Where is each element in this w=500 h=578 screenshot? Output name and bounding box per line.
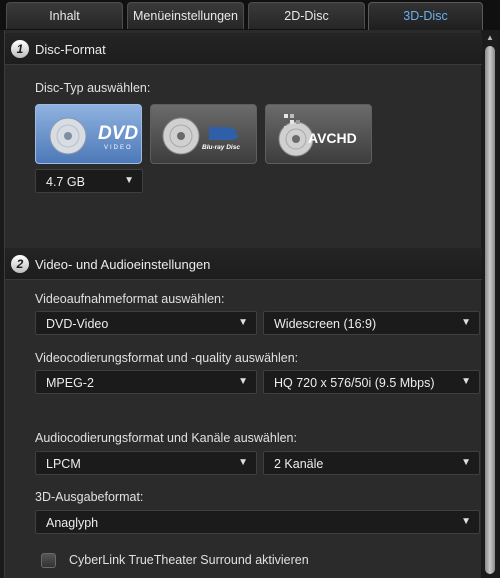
bluray-logo-text: Blu-ray Disc: [202, 144, 240, 151]
chevron-down-icon: ▼: [461, 457, 471, 468]
chevron-down-icon: ▼: [124, 175, 134, 186]
video-codec-value: MPEG-2: [46, 376, 94, 390]
step-number-badge: 1: [11, 40, 29, 58]
tab-2d-disc[interactable]: 2D-Disc: [248, 2, 365, 29]
video-codec-dropdown[interactable]: MPEG-2 ▼: [35, 370, 257, 394]
avchd-logo-text: AVCHD: [308, 130, 357, 146]
disc-capacity-dropdown[interactable]: 4.7 GB ▼: [35, 169, 143, 193]
tab-3d-disc[interactable]: 3D-Disc: [368, 2, 483, 30]
audio-label: Audiocodierungsformat und Kanäle auswähl…: [35, 431, 297, 445]
video-format-label: Videoaufnahmeformat auswählen:: [35, 292, 225, 306]
output-format-dropdown[interactable]: Anaglyph ▼: [35, 510, 480, 534]
settings-panel: 1 Disc-Format Disc-Typ auswählen: DVD VI…: [4, 30, 482, 578]
output-format-label: 3D-Ausgabeformat:: [35, 490, 144, 504]
bluray-disc-icon: Blu-ray Disc: [162, 117, 240, 155]
disc-type-label: Disc-Typ auswählen:: [35, 81, 151, 95]
section-video-audio-header: 2 Video- und Audioeinstellungen: [5, 248, 482, 280]
chevron-down-icon: ▼: [461, 376, 471, 387]
avchd-disc-button[interactable]: AVCHD: [265, 104, 372, 164]
scrollbar-thumb[interactable]: [485, 46, 495, 574]
avchd-disc-icon: AVCHD: [278, 114, 357, 157]
step-number-badge: 2: [11, 255, 29, 273]
video-format-dropdown[interactable]: DVD-Video ▼: [35, 311, 257, 335]
chevron-down-icon: ▼: [461, 516, 471, 527]
output-format-value: Anaglyph: [46, 516, 99, 530]
surround-checkbox[interactable]: [41, 553, 56, 568]
aspect-ratio-value: Widescreen (16:9): [274, 317, 377, 331]
vertical-scrollbar[interactable]: ▲: [482, 30, 498, 578]
bluray-disc-button[interactable]: Blu-ray Disc: [150, 104, 257, 164]
codec-label: Videocodierungsformat und -quality auswä…: [35, 351, 299, 365]
video-format-value: DVD-Video: [46, 317, 109, 331]
audio-format-value: LPCM: [46, 457, 81, 471]
section-title: Video- und Audioeinstellungen: [35, 257, 211, 272]
dvd-disc-button[interactable]: DVD VIDEO: [35, 104, 142, 164]
aspect-ratio-dropdown[interactable]: Widescreen (16:9) ▼: [263, 311, 480, 335]
disc-capacity-value: 4.7 GB: [46, 175, 85, 189]
chevron-down-icon: ▼: [461, 317, 471, 328]
chevron-down-icon: ▼: [238, 317, 248, 328]
audio-channels-value: 2 Kanäle: [274, 457, 324, 471]
dvd-logo-subtext: VIDEO: [104, 145, 133, 151]
chevron-down-icon: ▼: [238, 457, 248, 468]
tab-menueinstellungen[interactable]: Menüeinstellungen: [127, 2, 244, 29]
section-disc-format-header: 1 Disc-Format: [5, 33, 482, 65]
video-quality-dropdown[interactable]: HQ 720 x 576/50i (9.5 Mbps) ▼: [263, 370, 480, 394]
dvd-disc-icon: DVD VIDEO: [49, 117, 138, 155]
video-quality-value: HQ 720 x 576/50i (9.5 Mbps): [274, 376, 435, 390]
audio-channels-dropdown[interactable]: 2 Kanäle ▼: [263, 451, 480, 475]
scroll-up-arrow-icon[interactable]: ▲: [482, 32, 498, 44]
tab-bar: Inhalt Menüeinstellungen 2D-Disc 3D-Disc: [0, 0, 500, 30]
dvd-logo-text: DVD: [98, 123, 138, 144]
section-title: Disc-Format: [35, 42, 106, 57]
surround-label[interactable]: CyberLink TrueTheater Surround aktiviere…: [69, 553, 309, 567]
chevron-down-icon: ▼: [238, 376, 248, 387]
tab-inhalt[interactable]: Inhalt: [6, 2, 123, 29]
audio-format-dropdown[interactable]: LPCM ▼: [35, 451, 257, 475]
